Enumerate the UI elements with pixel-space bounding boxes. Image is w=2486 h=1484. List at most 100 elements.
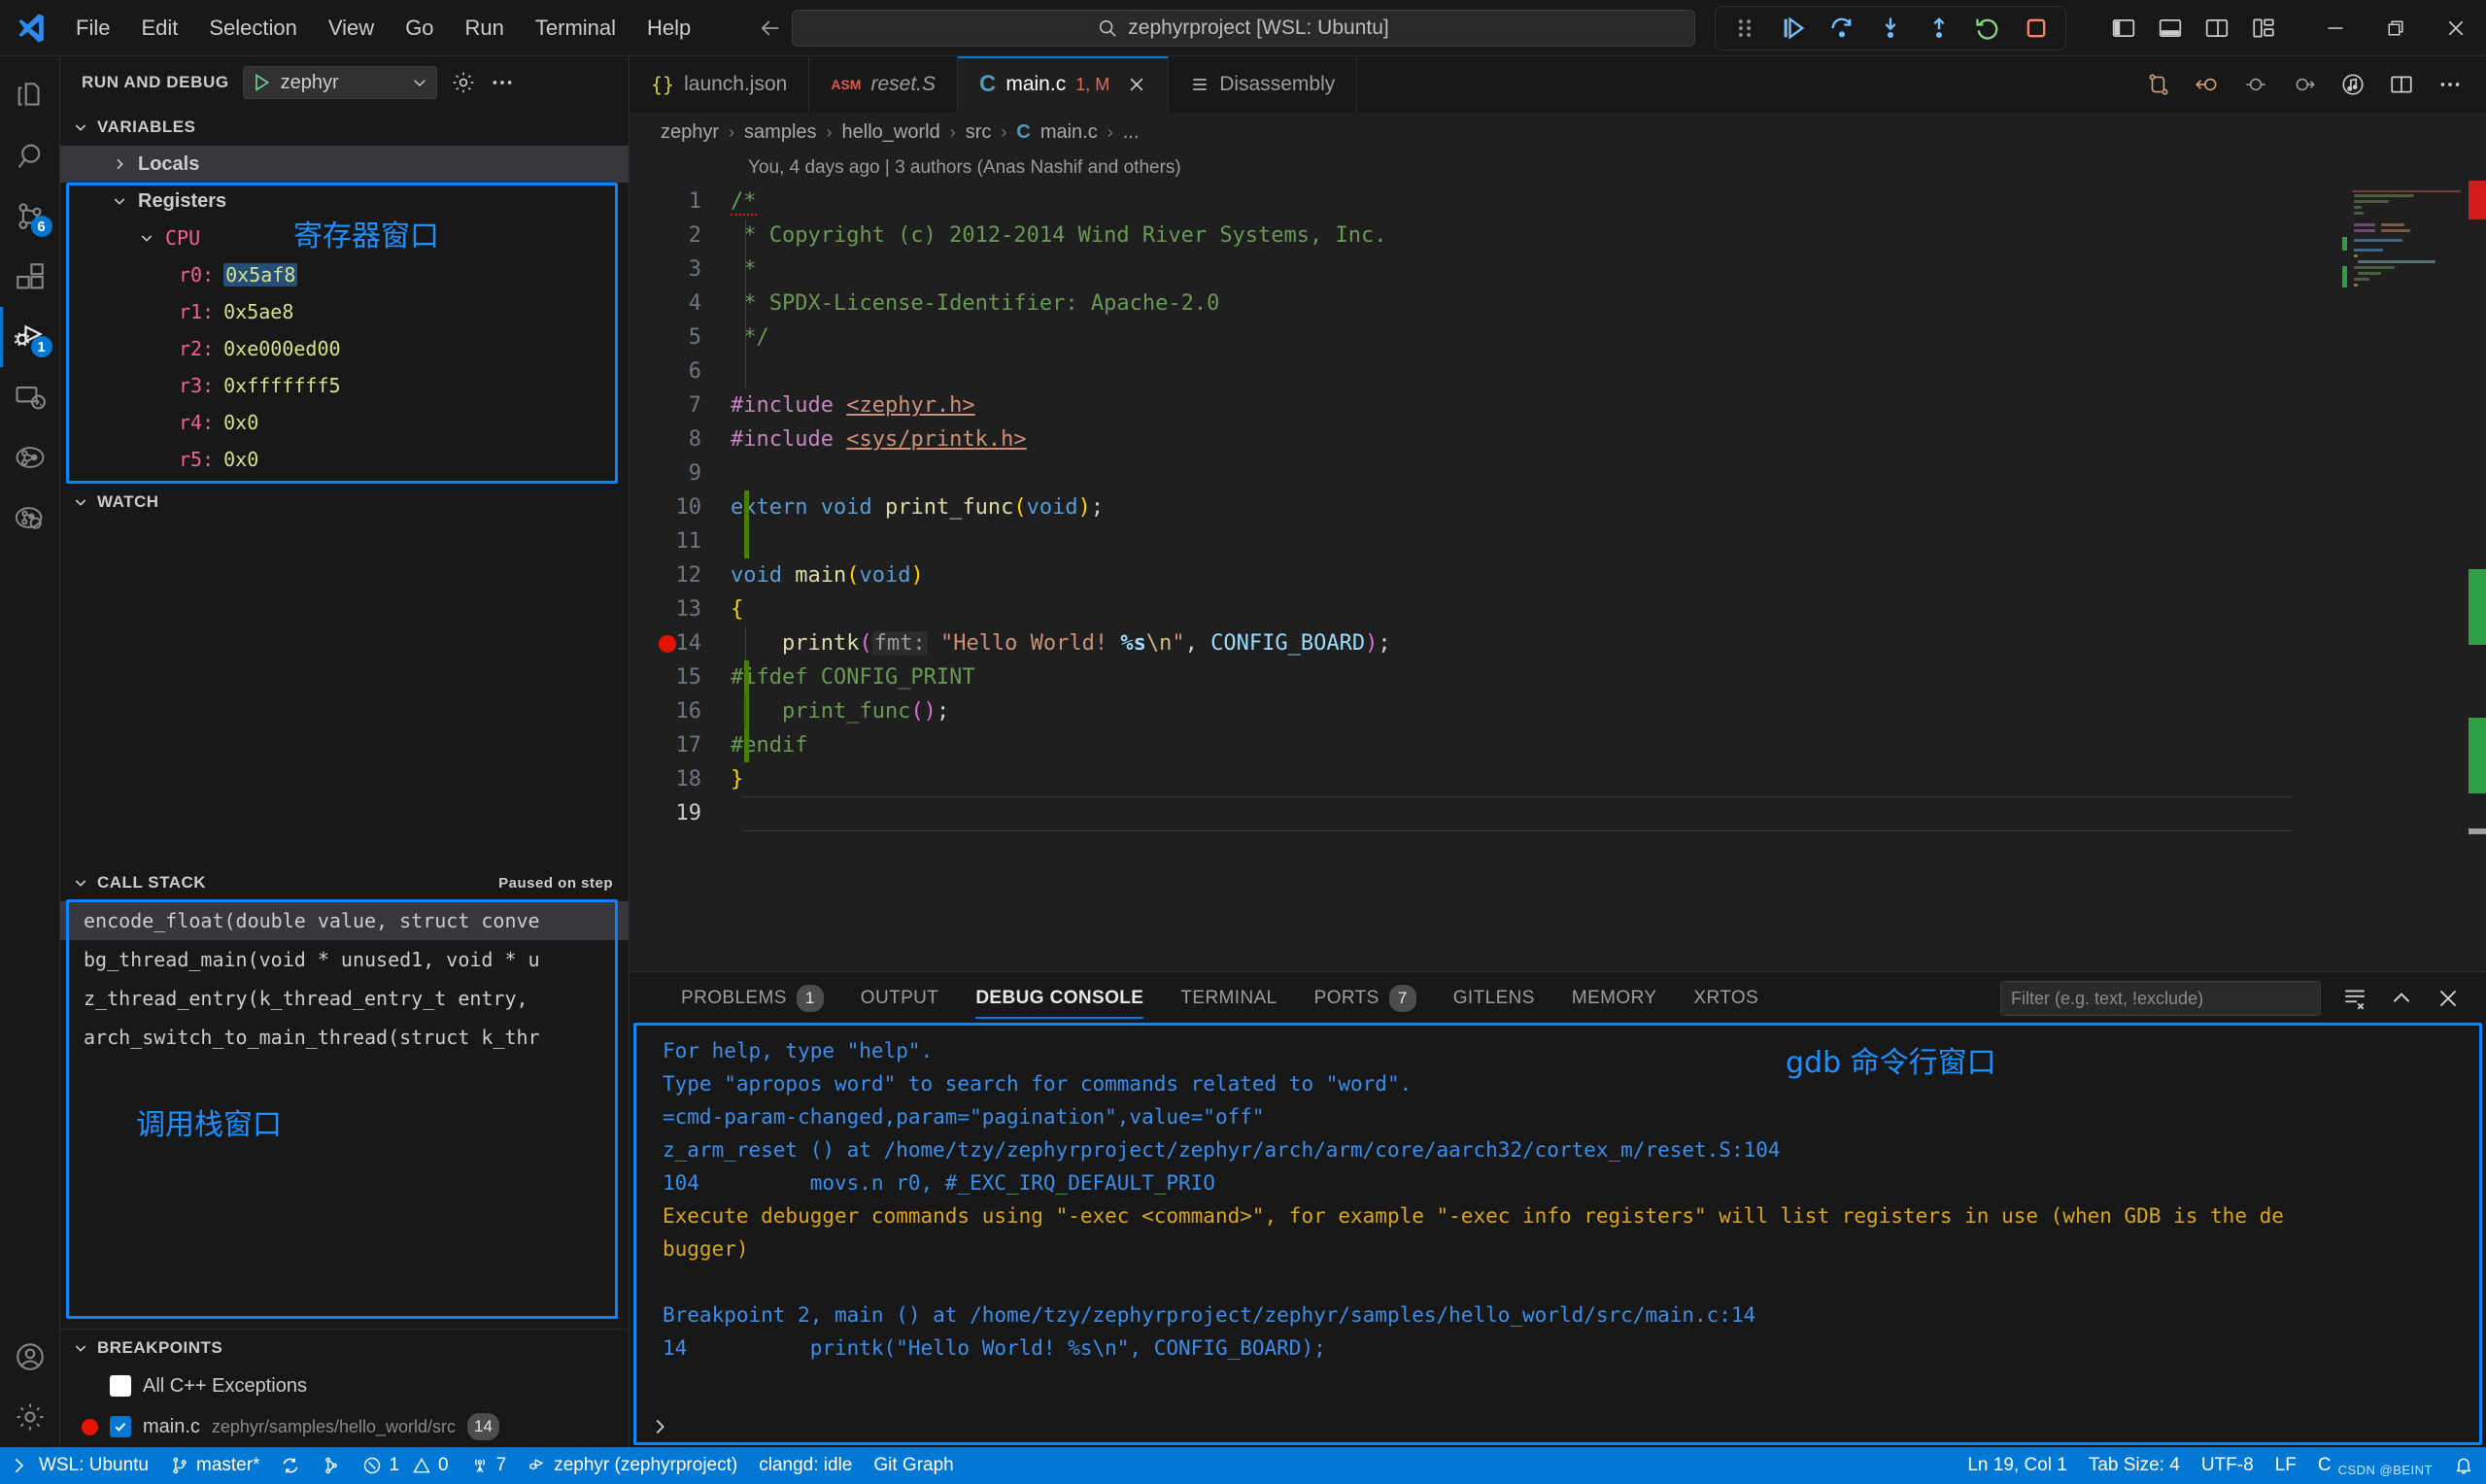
restart-icon[interactable] (1972, 13, 2003, 44)
menu-view[interactable]: View (313, 11, 390, 46)
activitybar-item-accounts[interactable] (0, 1327, 60, 1387)
menu-file[interactable]: File (60, 11, 125, 46)
panel-tab-xrtos[interactable]: XRTOS (1675, 972, 1777, 1025)
activitybar-item-extensions[interactable] (0, 247, 60, 307)
status-branch[interactable]: master* (159, 1447, 270, 1484)
next-change-icon[interactable] (2292, 72, 2317, 97)
overview-ruler[interactable] (2469, 152, 2486, 971)
continue-icon[interactable] (1778, 13, 1809, 44)
breadcrumb-item[interactable]: src (966, 121, 992, 144)
activitybar-item-settings[interactable] (0, 1387, 60, 1447)
tab-reset-s[interactable]: ASM reset.S (809, 56, 958, 113)
breakpoint-dot-icon[interactable] (82, 1419, 98, 1435)
tree-item-locals[interactable]: Locals (60, 146, 629, 183)
callstack-frame[interactable]: encode_float(double value, struct conve (60, 901, 629, 940)
menu-terminal[interactable]: Terminal (520, 11, 631, 46)
previous-change-icon[interactable] (2243, 72, 2268, 97)
console-filter-input[interactable]: Filter (e.g. text, !exclude) (2000, 981, 2321, 1016)
panel-tab-gitlens[interactable]: GITLENS (1435, 972, 1553, 1025)
activitybar-item-git-graph[interactable] (0, 427, 60, 488)
watch-section-header[interactable]: WATCH (60, 484, 629, 521)
tab-main-c[interactable]: C main.c 1, M (958, 56, 1169, 113)
chevron-up-icon[interactable] (2389, 986, 2414, 1011)
breadcrumb-item[interactable]: zephyr (661, 121, 719, 144)
status-tab-size[interactable]: Tab Size: 4 (2078, 1447, 2191, 1484)
minimize-button[interactable] (2305, 0, 2366, 56)
close-icon[interactable] (2435, 986, 2461, 1011)
breakpoint-row-exceptions[interactable]: All C++ Exceptions (60, 1366, 629, 1406)
tab-launch-json[interactable]: {} launch.json (630, 56, 809, 113)
breadcrumb-item[interactable]: samples (744, 121, 816, 144)
toggle-secondary-sidebar-icon[interactable] (2204, 16, 2230, 41)
status-problems[interactable]: 1 0 (352, 1447, 459, 1484)
toggle-primary-sidebar-icon[interactable] (2111, 16, 2136, 41)
callstack-section-header[interactable]: CALL STACK Paused on step (60, 864, 629, 901)
status-debug-session[interactable]: zephyr (zephyrproject) (517, 1447, 748, 1484)
activitybar-item-source-control[interactable]: 6 (0, 186, 60, 247)
breadcrumb-item[interactable]: ... (1123, 121, 1140, 144)
panel-tab-memory[interactable]: MEMORY (1553, 972, 1676, 1025)
status-clangd[interactable]: clangd: idle (748, 1447, 863, 1484)
go-back-icon[interactable] (2195, 72, 2220, 97)
panel-tab-output[interactable]: OUTPUT (842, 972, 958, 1025)
source-control-icon[interactable] (2146, 72, 2171, 97)
panel-tab-terminal[interactable]: TERMINAL (1162, 972, 1295, 1025)
callstack-frame[interactable]: z_thread_entry(k_thread_entry_t entry, (60, 979, 629, 1018)
breakpoint-checkbox[interactable] (110, 1416, 131, 1437)
breakpoint-row-mainc[interactable]: main.c zephyr/samples/hello_world/src 14 (60, 1406, 629, 1447)
panel-tab-debug-console[interactable]: DEBUG CONSOLE (957, 972, 1162, 1025)
music-icon[interactable] (2340, 72, 2366, 97)
go-back-icon[interactable] (757, 15, 784, 42)
breakpoints-section-header[interactable]: BREAKPOINTS (60, 1329, 629, 1366)
callstack-frame[interactable]: arch_switch_to_main_thread(struct k_thr (60, 1018, 629, 1057)
editor-breakpoint-dot-icon[interactable] (659, 635, 676, 653)
menu-edit[interactable]: Edit (125, 11, 193, 46)
activitybar-item-search[interactable] (0, 126, 60, 186)
panel-tab-problems[interactable]: PROBLEMS 1 (663, 972, 842, 1025)
customize-layout-icon[interactable] (2251, 16, 2276, 41)
menu-help[interactable]: Help (631, 11, 706, 46)
chevron-down-icon[interactable] (411, 74, 428, 91)
debug-console-output[interactable]: For help, type "help". Type "apropos wor… (630, 1025, 2486, 1447)
activitybar-item-remote-explorer[interactable] (0, 367, 60, 427)
status-remote[interactable]: WSL: Ubuntu (2, 1447, 159, 1484)
split-editor-icon[interactable] (2389, 72, 2414, 97)
breadcrumb-item[interactable]: hello_world (842, 121, 940, 144)
step-out-icon[interactable] (1924, 13, 1955, 44)
breadcrumb-item[interactable]: main.c (1040, 121, 1098, 144)
minimap[interactable] (2352, 152, 2469, 971)
register-row-r3[interactable]: r3: 0xfffffff5 (60, 367, 629, 404)
clear-console-icon[interactable] (2342, 986, 2367, 1011)
variables-section-header[interactable]: VARIABLES (60, 109, 629, 146)
drag-handle-icon[interactable] (1729, 13, 1760, 44)
restore-button[interactable] (2366, 0, 2426, 56)
status-eol[interactable]: LF (2265, 1447, 2307, 1484)
status-ports[interactable]: 7 (460, 1447, 518, 1484)
status-git-graph[interactable]: Git Graph (863, 1447, 964, 1484)
status-cursor-position[interactable]: Ln 19, Col 1 (1957, 1447, 2077, 1484)
activitybar-item-run-and-debug[interactable]: 1 (0, 307, 60, 367)
panel-tab-ports[interactable]: PORTS 7 (1296, 972, 1435, 1025)
breakpoint-checkbox[interactable] (110, 1375, 131, 1397)
activitybar-item-explorer[interactable] (0, 66, 60, 126)
tab-disassembly[interactable]: Disassembly (1169, 56, 1357, 113)
debug-console-input[interactable] (630, 1406, 2486, 1447)
status-language-mode[interactable]: C CSDN @BEINT (2307, 1447, 2443, 1484)
menu-selection[interactable]: Selection (193, 11, 313, 46)
register-row-r5[interactable]: r5: 0x0 (60, 441, 629, 478)
menu-run[interactable]: Run (450, 11, 520, 46)
step-over-icon[interactable] (1826, 13, 1857, 44)
register-row-r0[interactable]: r0: 0x5af8 (60, 256, 629, 293)
callstack-frame[interactable]: bg_thread_main(void * unused1, void * u (60, 940, 629, 979)
close-button[interactable] (2426, 0, 2486, 56)
ellipsis-icon[interactable] (2437, 72, 2463, 97)
status-branch-compare[interactable] (311, 1447, 352, 1484)
status-sync[interactable] (270, 1447, 311, 1484)
play-icon[interactable] (252, 73, 271, 92)
register-row-r1[interactable]: r1: 0x5ae8 (60, 293, 629, 330)
status-encoding[interactable]: UTF-8 (2191, 1447, 2265, 1484)
close-icon[interactable] (1127, 75, 1146, 94)
activitybar-item-gitlens[interactable] (0, 488, 60, 548)
stop-icon[interactable] (2021, 13, 2052, 44)
menu-go[interactable]: Go (390, 11, 449, 46)
